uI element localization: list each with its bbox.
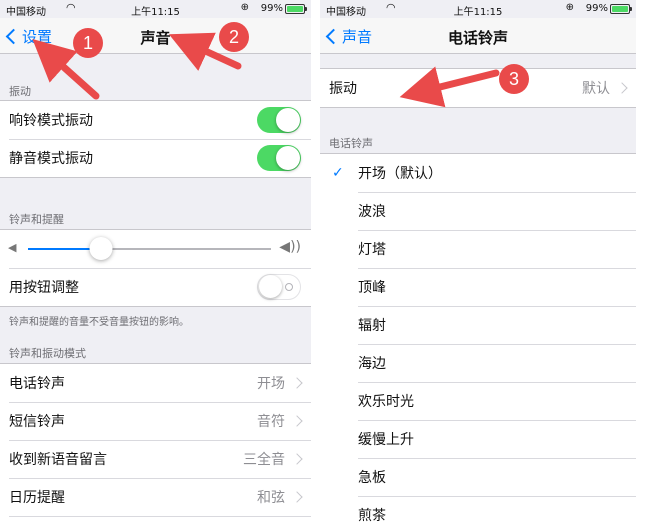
orientation-lock-icon: ⊕	[240, 2, 249, 13]
chevron-right-icon	[291, 415, 303, 427]
battery-icon	[610, 4, 632, 14]
row-label: 短信铃声	[9, 414, 65, 430]
vibrate-on-silent-toggle[interactable]	[257, 145, 301, 171]
ringtone-label: 欢乐时光	[358, 394, 414, 410]
step-badge-2: 2	[219, 22, 249, 52]
vibration-row[interactable]: 振动 默认	[320, 69, 636, 107]
status-bar: 中国移动 ◠ 上午11:15 ⊕ 99%	[320, 0, 636, 18]
chevron-right-icon	[291, 377, 303, 389]
section-header-ringer: 铃声和提醒	[9, 213, 64, 226]
chevron-right-icon	[291, 491, 303, 503]
nav-bar: 声音 电话铃声	[320, 18, 636, 54]
change-with-buttons-toggle[interactable]	[257, 274, 301, 300]
ringtone-label: 波浪	[358, 204, 386, 220]
ringtone-row[interactable]: 辐射	[320, 306, 636, 344]
patterns-group: 电话铃声 开场 短信铃声 音符 收到新语音留言 三全音 日历提醒 和弦	[0, 363, 311, 530]
screenshot-divider	[311, 0, 320, 530]
battery-fill	[287, 6, 303, 12]
page-title: 声音	[140, 29, 171, 47]
toggle-knob	[259, 275, 282, 298]
row-label: 电话铃声	[9, 376, 65, 392]
row-value: 和弦	[257, 490, 285, 506]
ringtone-label: 辐射	[358, 318, 386, 334]
ringtone-row[interactable]: 急板	[320, 458, 636, 496]
change-with-buttons-row: 用按钮调整	[0, 268, 311, 306]
pattern-row-calendar-alerts[interactable]: 日历提醒 和弦	[0, 478, 311, 516]
battery-percent: 99%	[260, 3, 283, 14]
battery-icon	[285, 4, 307, 14]
row-label: 响铃模式振动	[9, 113, 93, 129]
battery-percent: 99%	[585, 3, 608, 14]
ringtone-row[interactable]: 煎茶	[320, 496, 636, 530]
orientation-lock-icon: ⊕	[565, 2, 574, 13]
pattern-row-new-voicemail[interactable]: 收到新语音留言 三全音	[0, 440, 311, 478]
vibrate-on-silent-row: 静音模式振动	[0, 139, 311, 177]
battery-fill	[612, 6, 628, 12]
speaker-high-icon: ◀))	[279, 239, 301, 255]
ringtone-screen: 中国移动 ◠ 上午11:15 ⊕ 99% 声音 电话铃声 振动 默认 电话铃声 …	[320, 0, 636, 530]
ringtone-label: 顶峰	[358, 280, 386, 296]
ringtone-row[interactable]: 灯塔	[320, 230, 636, 268]
pattern-row-partial[interactable]	[0, 516, 311, 530]
section-header-patterns: 铃声和振动模式	[9, 347, 86, 360]
step-badge-3: 3	[499, 64, 529, 94]
ringtone-label: 煎茶	[358, 508, 386, 524]
vibrate-on-ring-toggle[interactable]	[257, 107, 301, 133]
volume-slider[interactable]	[28, 237, 271, 260]
row-value: 音符	[257, 414, 285, 430]
row-label: 振动	[329, 81, 357, 97]
section-header-vibrate: 振动	[9, 85, 31, 98]
ringtone-row[interactable]: 顶峰	[320, 268, 636, 306]
ringer-group: ◀ ◀)) 用按钮调整	[0, 229, 311, 307]
row-label: 收到新语音留言	[9, 452, 107, 468]
volume-slider-thumb[interactable]	[89, 237, 113, 260]
chevron-right-icon	[291, 453, 303, 465]
row-label: 静音模式振动	[9, 151, 93, 167]
toggle-knob	[276, 146, 300, 170]
ringtone-row[interactable]: 欢乐时光	[320, 382, 636, 420]
ringtone-label: 海边	[358, 356, 386, 372]
ringtone-label: 缓慢上升	[358, 432, 414, 448]
speaker-low-icon: ◀	[8, 241, 17, 254]
vibration-group: 振动 默认	[320, 68, 636, 108]
volume-slider-row: ◀ ◀))	[0, 230, 311, 268]
section-header-ringtones: 电话铃声	[329, 137, 373, 150]
row-value: 开场	[257, 376, 285, 392]
step-badge-1: 1	[73, 28, 103, 58]
ringtone-row[interactable]: ✓ 开场（默认）	[320, 154, 636, 192]
checkmark-icon: ✓	[332, 165, 344, 181]
ringtone-row[interactable]: 波浪	[320, 192, 636, 230]
vibrate-on-ring-row: 响铃模式振动	[0, 101, 311, 139]
ringtone-label: 开场（默认）	[358, 166, 442, 182]
page-title: 电话铃声	[447, 29, 508, 47]
ringtone-row[interactable]: 海边	[320, 344, 636, 382]
ringer-footnote: 铃声和提醒的音量不受音量按钮的影响。	[9, 317, 189, 328]
ringtone-label: 急板	[358, 470, 386, 486]
chevron-right-icon	[616, 82, 628, 94]
row-value: 三全音	[243, 452, 285, 468]
ringtone-label: 灯塔	[358, 242, 386, 258]
toggle-knob	[276, 108, 300, 132]
row-value: 默认	[582, 81, 610, 97]
ringtone-list: ✓ 开场（默认） 波浪灯塔顶峰辐射海边欢乐时光缓慢上升急板煎茶	[320, 153, 636, 530]
nav-bar: 设置 声音	[0, 18, 311, 54]
row-label: 用按钮调整	[9, 280, 79, 296]
vibrate-group: 响铃模式振动 静音模式振动	[0, 100, 311, 178]
row-label: 日历提醒	[9, 490, 65, 506]
ringtone-row[interactable]: 缓慢上升	[320, 420, 636, 458]
pattern-row-text-tone[interactable]: 短信铃声 音符	[0, 402, 311, 440]
status-bar: 中国移动 ◠ 上午11:15 ⊕ 99%	[0, 0, 311, 18]
pattern-row-ringtone[interactable]: 电话铃声 开场	[0, 364, 311, 402]
sound-settings-screen: 中国移动 ◠ 上午11:15 ⊕ 99% 设置 声音 振动 响铃模式振动 静音模…	[0, 0, 311, 530]
